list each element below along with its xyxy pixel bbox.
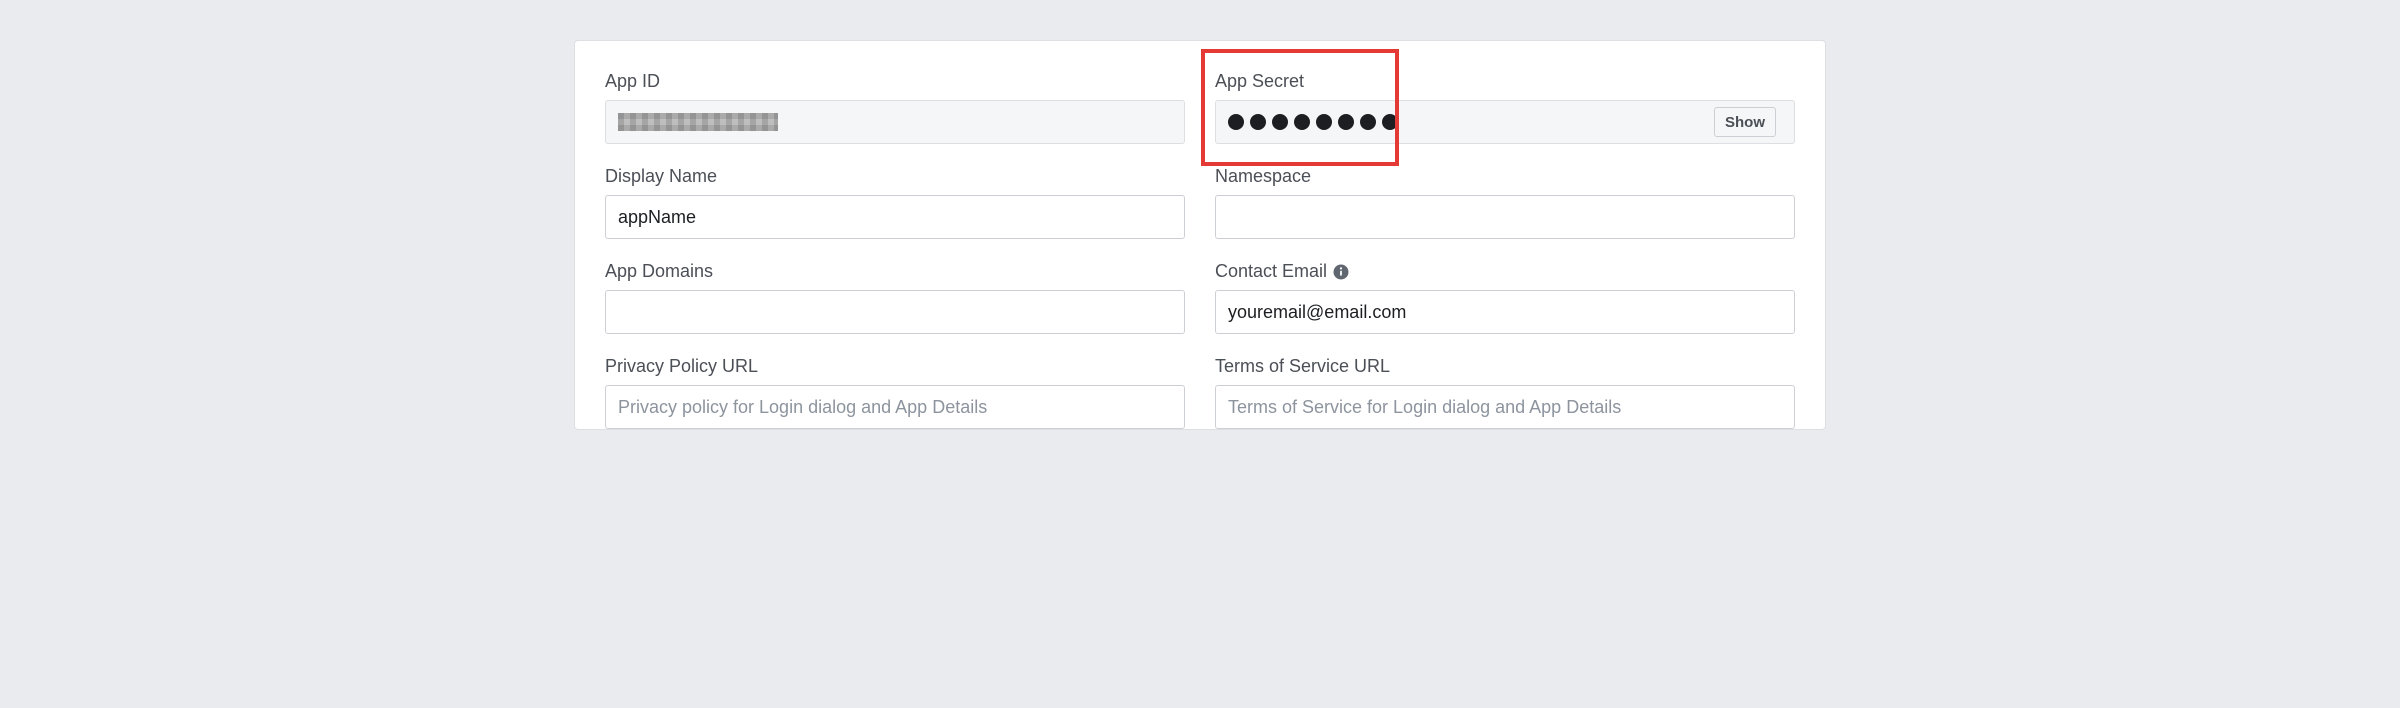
- secret-dot-icon: [1316, 114, 1332, 130]
- secret-dot-icon: [1294, 114, 1310, 130]
- tos-url-label: Terms of Service URL: [1215, 356, 1795, 377]
- namespace-label: Namespace: [1215, 166, 1795, 187]
- app-domains-field: App Domains: [605, 261, 1185, 334]
- secret-dot-icon: [1250, 114, 1266, 130]
- privacy-url-field: Privacy Policy URL: [605, 356, 1185, 429]
- settings-grid: App ID App Secret Show Display Name Name…: [605, 71, 1795, 429]
- secret-dot-icon: [1272, 114, 1288, 130]
- privacy-url-input[interactable]: [605, 385, 1185, 429]
- secret-dot-icon: [1360, 114, 1376, 130]
- display-name-label: Display Name: [605, 166, 1185, 187]
- tos-url-field: Terms of Service URL: [1215, 356, 1795, 429]
- app-id-redacted-icon: [618, 113, 778, 131]
- app-id-label: App ID: [605, 71, 1185, 92]
- info-icon: [1333, 264, 1349, 280]
- app-secret-field: App Secret Show: [1215, 71, 1795, 144]
- app-secret-masked: [1228, 114, 1706, 130]
- contact-email-label-text: Contact Email: [1215, 261, 1327, 282]
- secret-dot-icon: [1228, 114, 1244, 130]
- tos-url-input[interactable]: [1215, 385, 1795, 429]
- app-domains-input[interactable]: [605, 290, 1185, 334]
- secret-dot-icon: [1338, 114, 1354, 130]
- contact-email-label: Contact Email: [1215, 261, 1795, 282]
- app-domains-label: App Domains: [605, 261, 1185, 282]
- namespace-field: Namespace: [1215, 166, 1795, 239]
- app-id-field: App ID: [605, 71, 1185, 144]
- secret-dot-icon: [1382, 114, 1398, 130]
- display-name-field: Display Name: [605, 166, 1185, 239]
- app-secret-value-box: Show: [1215, 100, 1795, 144]
- secret-dots-icon: [1228, 114, 1398, 130]
- display-name-input[interactable]: [605, 195, 1185, 239]
- app-secret-label: App Secret: [1215, 71, 1795, 92]
- settings-card: App ID App Secret Show Display Name Name…: [574, 40, 1826, 430]
- contact-email-field: Contact Email: [1215, 261, 1795, 334]
- show-secret-button[interactable]: Show: [1714, 107, 1776, 137]
- app-id-value-box: [605, 100, 1185, 144]
- contact-email-input[interactable]: [1215, 290, 1795, 334]
- privacy-url-label: Privacy Policy URL: [605, 356, 1185, 377]
- namespace-input[interactable]: [1215, 195, 1795, 239]
